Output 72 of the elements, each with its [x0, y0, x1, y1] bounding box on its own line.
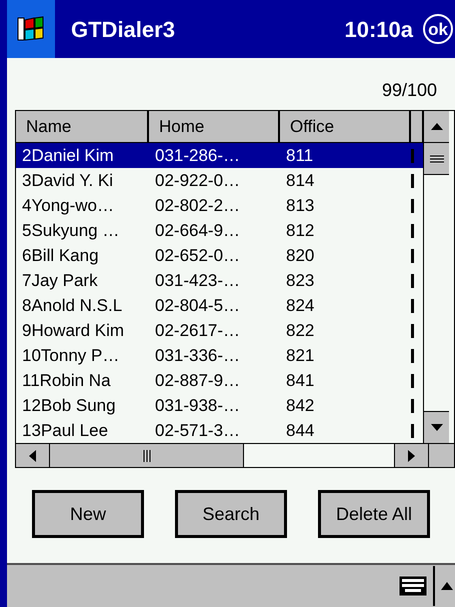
vertical-scrollbar[interactable] [423, 111, 449, 443]
table-cell-text: 02-652-0… [154, 244, 242, 267]
table-cell-text: 13Paul Lee [21, 420, 110, 442]
table-cell-text: 814 [285, 170, 316, 192]
table-cell-text: 02-804-5… [154, 294, 242, 317]
table-cell-text: 812 [285, 220, 316, 242]
ok-button[interactable]: ok [423, 14, 453, 44]
table-cell-text: 11Robin Na [21, 370, 112, 392]
table-cell-text: 031-336-… [154, 344, 242, 367]
horizontal-scrollbar[interactable] [16, 443, 454, 467]
scroll-right-button[interactable] [394, 444, 428, 467]
table-row[interactable]: 6Bill Kang 02-652-0… 820 [16, 243, 423, 268]
action-button[interactable]: Search [175, 490, 287, 538]
table-cell-text: 02-664-9… [154, 220, 242, 242]
table-cell-text: 813 [285, 194, 316, 217]
table-row[interactable]: 2Daniel Kim 031-286-… 811 [16, 143, 423, 168]
table-cell-text: 841 [285, 370, 316, 392]
table-row[interactable]: 5Sukyung … 02-664-9… 812 [16, 218, 423, 243]
action-button[interactable]: New [32, 490, 144, 538]
record-counter: 99/100 [382, 79, 437, 102]
start-button[interactable] [7, 0, 55, 58]
table-cell-text: 8Anold N.S.L [21, 294, 124, 317]
table-cell-text: 824 [285, 294, 316, 317]
table-cell-text: 820 [285, 244, 316, 267]
up-arrow-icon [430, 123, 442, 130]
scroll-up-button[interactable] [424, 111, 449, 143]
table-cell-text: 4Yong-wo… [21, 194, 115, 217]
table-cell-text: 2Daniel Kim [21, 144, 115, 167]
table-cell-text: 031-938-… [154, 394, 242, 417]
table-row[interactable]: 13Paul Lee 02-571-3… 844 [16, 418, 423, 443]
table-row[interactable]: 11Robin Na 02-887-9… 841 [16, 368, 423, 393]
table-cell-text: 10Tonny P… [21, 344, 120, 367]
grip-icon [430, 154, 444, 162]
table-row[interactable]: 3David Y. Ki 02-922-0… 814 [16, 168, 423, 193]
table-cell-text: 811 [285, 144, 314, 167]
table-row[interactable]: 7Jay Park 031-423-… 823 [16, 268, 423, 293]
table-cell-text: 9Howard Kim [21, 320, 126, 342]
table-cell-text: 7Jay Park [21, 270, 99, 292]
clock-time: 10:10a [344, 16, 413, 44]
table-row[interactable]: 4Yong-wo… 02-802-2… 813 [16, 193, 423, 218]
table-cell-text: 02-887-9… [154, 370, 242, 392]
keyboard-icon[interactable] [399, 576, 427, 596]
scroll-thumb[interactable] [50, 444, 244, 467]
scroll-thumb[interactable] [424, 143, 449, 175]
table-cell-text: 3David Y. Ki [21, 170, 114, 192]
table-cell-text: 031-423-… [154, 270, 242, 292]
table-cell-text: 842 [285, 394, 316, 417]
table-cell-text: 6Bill Kang [21, 244, 100, 267]
scroll-down-button[interactable] [424, 411, 449, 443]
table-cell-text: 02-802-2… [154, 194, 242, 217]
up-arrow-icon[interactable] [441, 582, 453, 590]
table-row[interactable]: 10Tonny P… 031-336-… 821 [16, 343, 423, 368]
table-cell-text: 823 [285, 270, 316, 292]
table-cell-text: 822 [285, 320, 316, 342]
table-cell-text: 844 [285, 420, 316, 442]
grip-icon [142, 450, 150, 462]
table-cell-text: 02-571-3… [154, 420, 242, 442]
table-row[interactable]: 12Bob Sung 031-938-… 842 [16, 393, 423, 418]
table-row[interactable]: 9Howard Kim 02-2617-… 822 [16, 318, 423, 343]
down-arrow-icon [430, 424, 442, 431]
table-row[interactable]: 8Anold N.S.L 02-804-5… 824 [16, 293, 423, 318]
action-button[interactable]: Delete All [318, 490, 430, 538]
table-cell-text: 02-2617-… [154, 320, 242, 342]
table-cell-text: 821 [285, 344, 316, 367]
right-arrow-icon [408, 450, 415, 462]
table-cell-text: 5Sukyung … [21, 220, 120, 242]
scroll-left-button[interactable] [16, 444, 50, 467]
table-cell-text: 031-286-… [154, 144, 242, 167]
window-title: GTDialer3 [71, 16, 175, 44]
left-arrow-icon [29, 450, 36, 462]
table-cell-text: 02-922-0… [154, 170, 242, 192]
table-cell-text: 12Bob Sung [21, 394, 117, 417]
